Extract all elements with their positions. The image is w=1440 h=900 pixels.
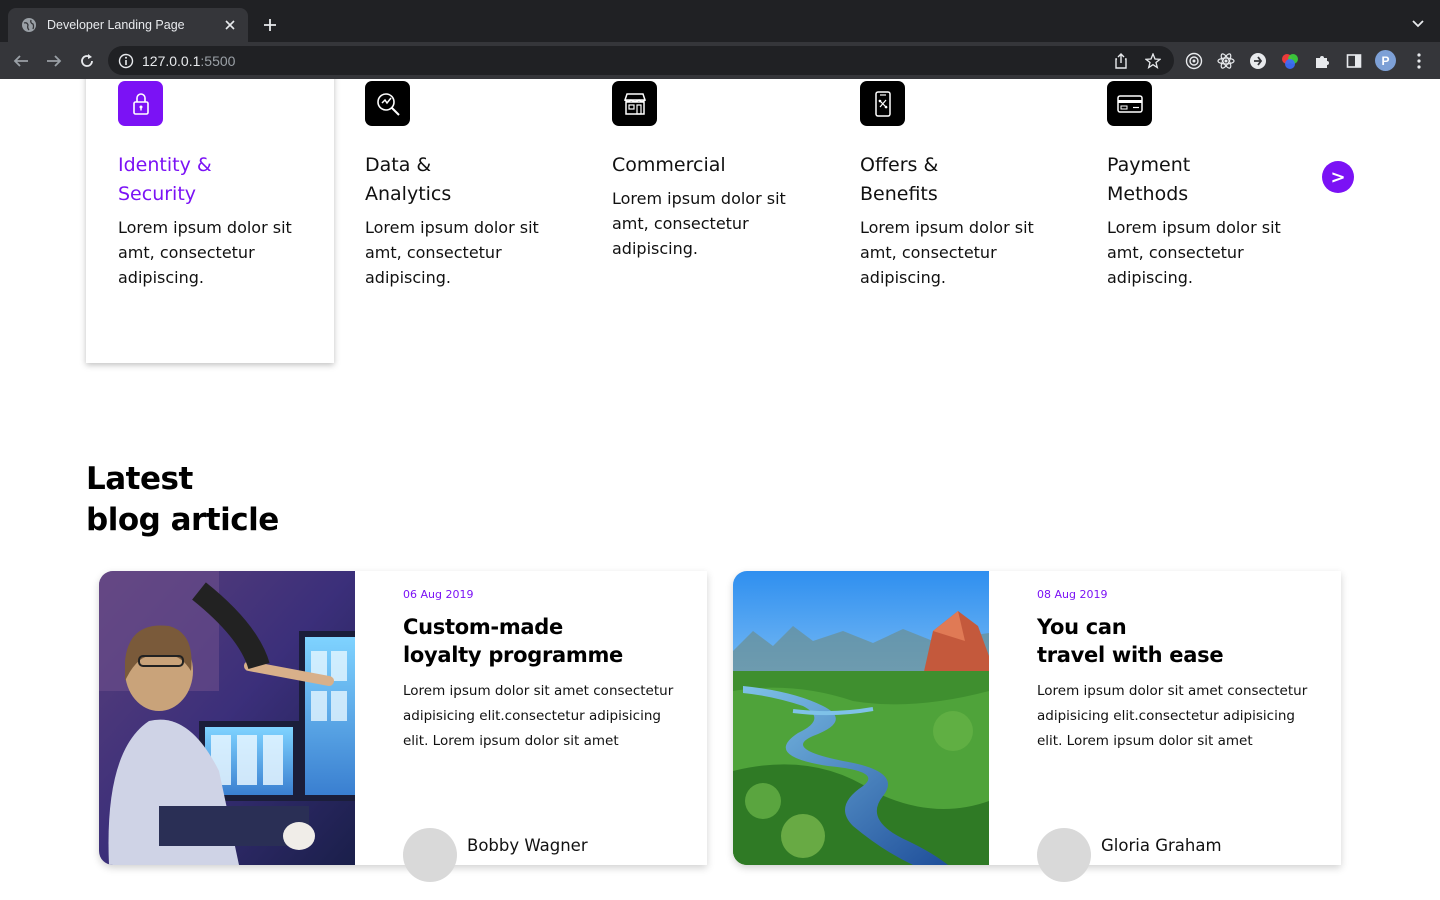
author-name: Bobby Wagner xyxy=(467,836,588,855)
feature-title: Payment Methods xyxy=(1107,154,1191,205)
puzzle-extensions-icon[interactable] xyxy=(1312,51,1332,71)
blog-card[interactable]: 08 Aug 2019 You can travel with ease Lor… xyxy=(733,571,1341,882)
feature-title: Data & Analytics xyxy=(365,154,452,205)
author-name: Gloria Graham xyxy=(1101,836,1222,855)
blog-title-line2: loyalty programme xyxy=(403,643,624,667)
blog-card-body: 08 Aug 2019 You can travel with ease Lor… xyxy=(1037,571,1317,754)
extension-circle-icon[interactable] xyxy=(1248,51,1268,71)
browser-toolbar: 127.0.0.1:5500 P xyxy=(0,42,1440,79)
share-icon[interactable] xyxy=(1112,52,1130,70)
blog-excerpt: Lorem ipsum dolor sit amet consectetur a… xyxy=(1037,683,1308,749)
blog-excerpt: Lorem ipsum dolor sit amet consectetur a… xyxy=(403,683,674,749)
credit-card-icon xyxy=(1107,81,1152,126)
feature-identity-security[interactable]: Identity & Security Lorem ipsum dolor si… xyxy=(118,81,318,290)
tab-title: Developer Landing Page xyxy=(47,18,185,32)
browser-tab-strip: Developer Landing Page xyxy=(0,0,1440,42)
feature-payment-methods[interactable]: Payment Methods Lorem ipsum dolor sit am… xyxy=(1107,81,1307,290)
extension-target-icon[interactable] xyxy=(1184,51,1204,71)
kebab-menu-icon[interactable] xyxy=(1409,51,1429,71)
author-avatar xyxy=(1037,828,1091,882)
globe-icon xyxy=(21,17,37,33)
blog-title-line1: Custom-made xyxy=(403,615,563,639)
feature-title: Identity & Security xyxy=(118,154,212,205)
feature-data-analytics[interactable]: Data & Analytics Lorem ipsum dolor sit a… xyxy=(365,81,565,290)
side-panel-icon[interactable] xyxy=(1344,51,1364,71)
color-picker-icon[interactable] xyxy=(1280,51,1300,71)
feature-description: Lorem ipsum dolor sit amt, consectetur a… xyxy=(1107,218,1281,287)
blog-date: 06 Aug 2019 xyxy=(403,588,474,601)
blog-title[interactable]: Custom-made loyalty programme xyxy=(403,613,633,669)
carousel-next-button[interactable]: > xyxy=(1322,161,1354,193)
blog-title-line2: travel with ease xyxy=(1037,643,1224,667)
blog-section-title: Latest blog article xyxy=(86,459,279,541)
react-devtools-icon[interactable] xyxy=(1216,51,1236,71)
url-text: 127.0.0.1:5500 xyxy=(142,53,235,69)
bookmark-star-icon[interactable] xyxy=(1144,52,1162,70)
feature-title: Offers & Benefits xyxy=(860,154,939,205)
storefront-icon xyxy=(612,81,657,126)
feature-title: Commercial xyxy=(612,154,726,176)
back-arrow-icon[interactable] xyxy=(10,50,32,72)
forward-arrow-icon[interactable] xyxy=(43,50,65,72)
feature-description: Lorem ipsum dolor sit amt, consectetur a… xyxy=(860,218,1034,287)
blog-title-line1: You can xyxy=(1037,615,1127,639)
feature-commercial[interactable]: Commercial Lorem ipsum dolor sit amt, co… xyxy=(612,81,812,261)
blog-heading-line2: blog article xyxy=(86,502,279,538)
profile-avatar[interactable]: P xyxy=(1375,50,1396,71)
magnifier-chart-icon xyxy=(365,81,410,126)
info-icon[interactable] xyxy=(118,53,134,69)
feature-description: Lorem ipsum dolor sit amt, consectetur a… xyxy=(612,189,786,258)
blog-card[interactable]: 06 Aug 2019 Custom-made loyalty programm… xyxy=(99,571,707,882)
address-bar[interactable]: 127.0.0.1:5500 xyxy=(108,46,1174,75)
author-avatar xyxy=(403,828,457,882)
reload-icon[interactable] xyxy=(76,50,98,72)
feature-offers-benefits[interactable]: Offers & Benefits Lorem ipsum dolor sit … xyxy=(860,81,1060,290)
url-port: :5500 xyxy=(200,53,236,69)
lock-icon xyxy=(118,81,163,126)
blog-title[interactable]: You can travel with ease xyxy=(1037,613,1267,669)
new-tab-icon[interactable] xyxy=(260,15,280,35)
blog-heading-line1: Latest xyxy=(86,461,193,497)
feature-description: Lorem ipsum dolor sit amt, consectetur a… xyxy=(118,218,292,287)
river-landscape-photo xyxy=(733,571,989,865)
blog-card-body: 06 Aug 2019 Custom-made loyalty programm… xyxy=(403,571,683,754)
phone-offer-icon xyxy=(860,81,905,126)
blog-date: 08 Aug 2019 xyxy=(1037,588,1108,601)
blog-author: Gloria Graham xyxy=(1037,828,1222,882)
blog-author: Bobby Wagner xyxy=(403,828,588,882)
close-tab-icon[interactable] xyxy=(222,17,238,33)
feature-description: Lorem ipsum dolor sit amt, consectetur a… xyxy=(365,218,539,287)
page-viewport: Identity & Security Lorem ipsum dolor si… xyxy=(0,79,1440,900)
chevron-down-icon[interactable] xyxy=(1410,16,1426,32)
developer-at-monitors-photo xyxy=(99,571,355,865)
url-host: 127.0.0.1 xyxy=(142,53,201,69)
browser-tab[interactable]: Developer Landing Page xyxy=(8,8,248,42)
